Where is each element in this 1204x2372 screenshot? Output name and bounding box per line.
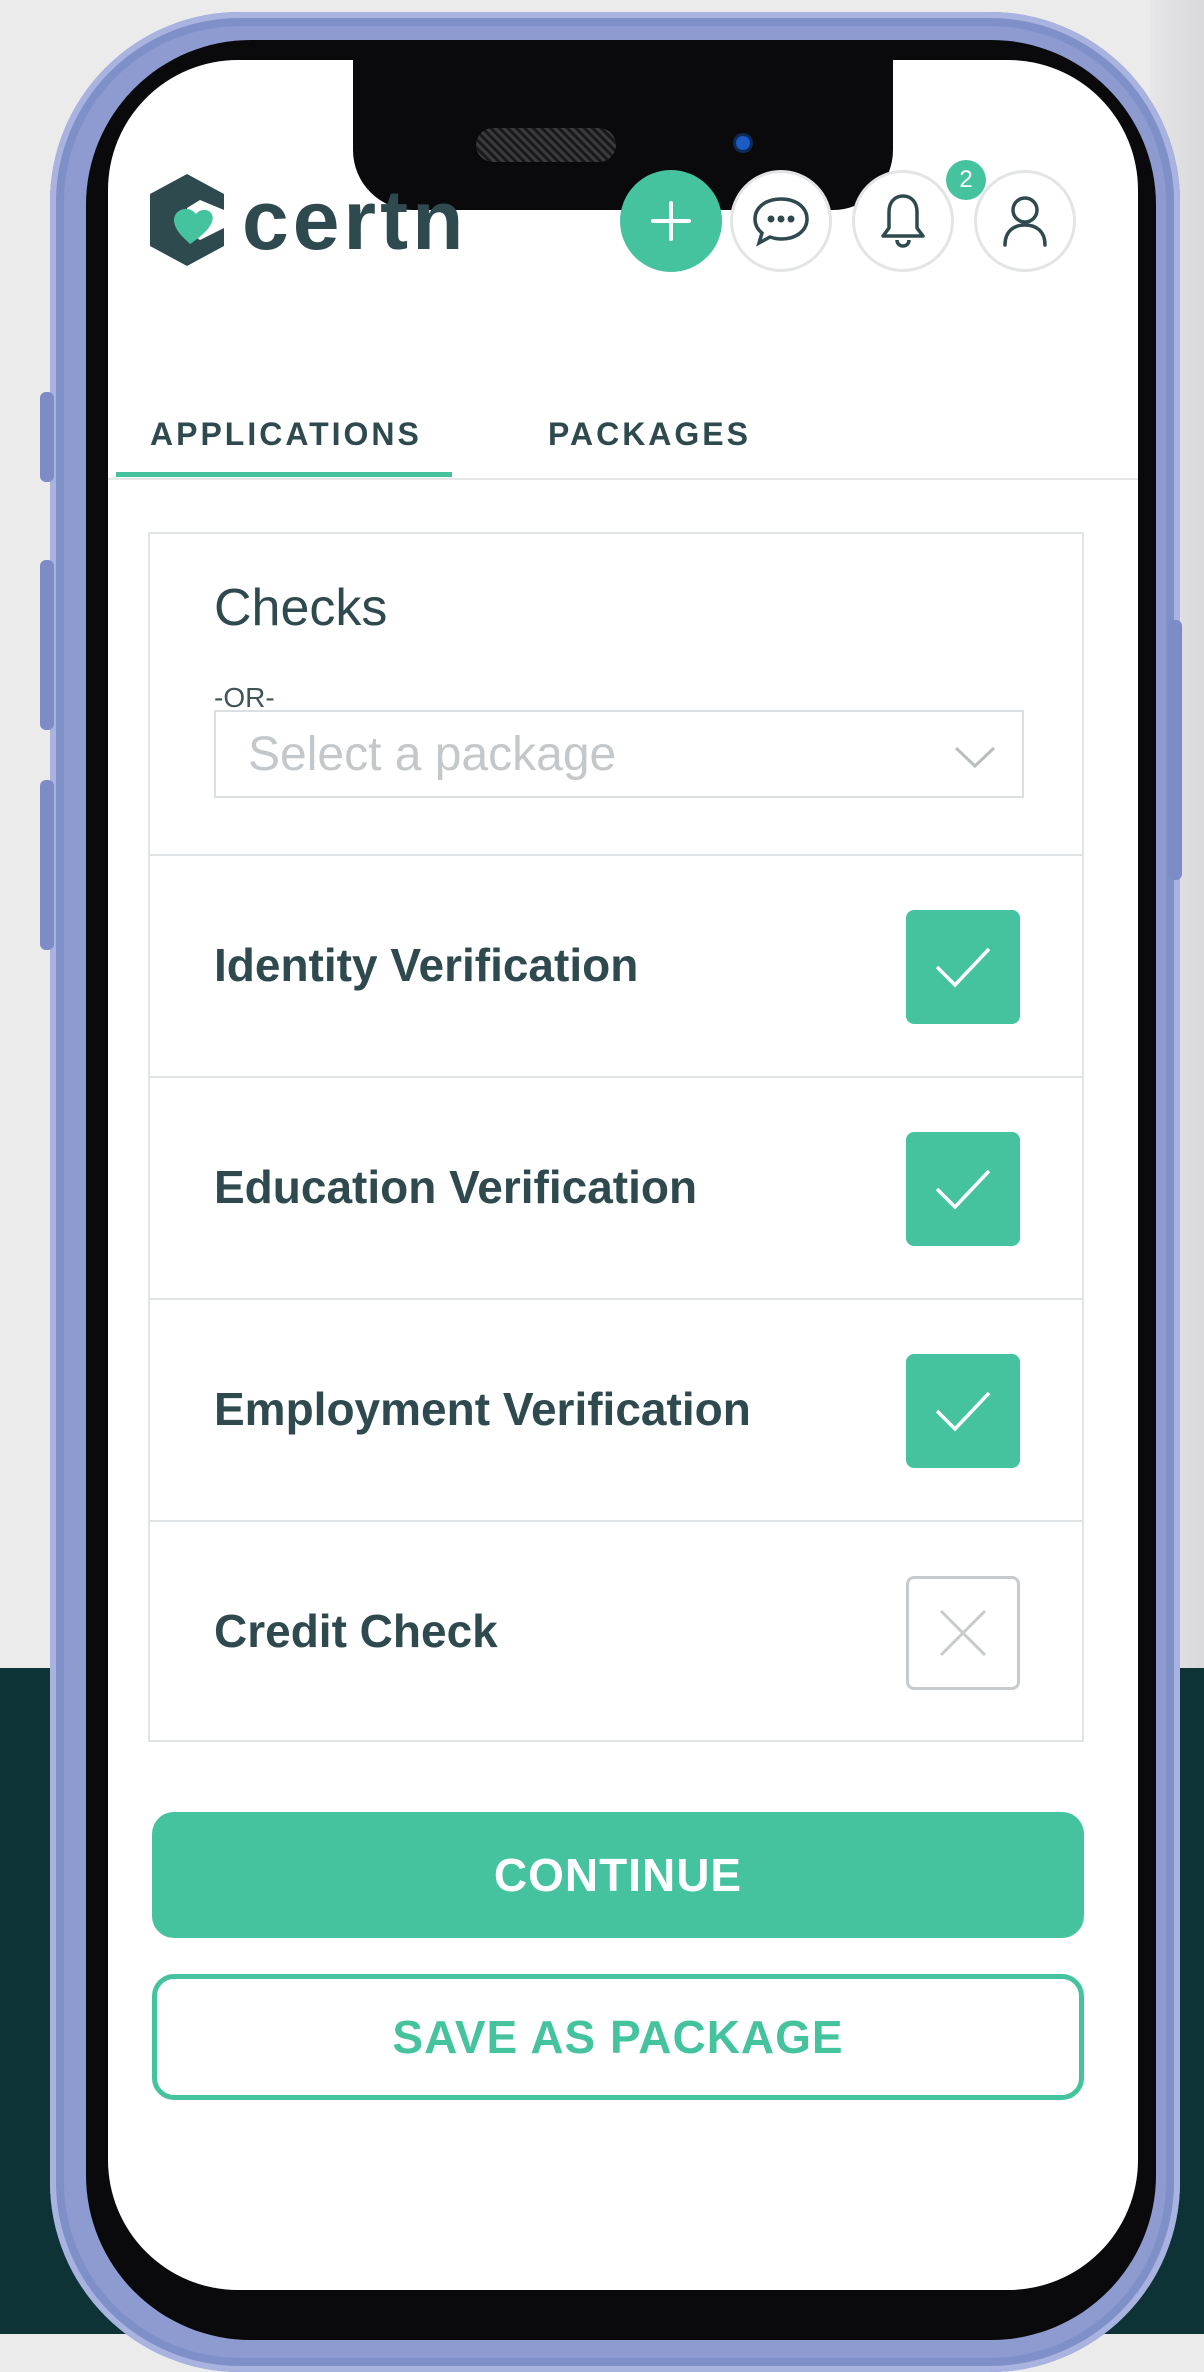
- check-row-education[interactable]: Education Verification: [150, 1078, 1082, 1300]
- check-label: Credit Check: [214, 1605, 498, 1657]
- checks-card: Checks -OR- Select a package Identity Ve…: [148, 532, 1084, 1742]
- phone-side-button: [1168, 620, 1182, 880]
- check-row-employment[interactable]: Employment Verification: [150, 1300, 1082, 1522]
- continue-button[interactable]: CONTINUE: [152, 1812, 1084, 1938]
- package-select[interactable]: Select a package: [214, 710, 1024, 798]
- tab-bar: APPLICATIONS PACKAGES: [108, 360, 1138, 480]
- tab-applications[interactable]: APPLICATIONS: [150, 416, 422, 453]
- checkmark-icon: [935, 1391, 991, 1432]
- certn-logo-mark-icon: [150, 174, 224, 266]
- checks-card-header: Checks -OR- Select a package: [150, 534, 1082, 856]
- employment-verification-checkbox[interactable]: [906, 1354, 1020, 1468]
- save-as-package-button[interactable]: SAVE AS PACKAGE: [152, 1974, 1084, 2100]
- messages-button[interactable]: [730, 170, 832, 272]
- chevron-down-icon: [954, 746, 996, 769]
- tab-packages[interactable]: PACKAGES: [548, 416, 751, 453]
- user-icon: [1003, 196, 1047, 247]
- phone-side-button: [40, 392, 54, 482]
- check-label: Education Verification: [214, 1161, 698, 1213]
- logo-text: certn: [242, 173, 468, 267]
- identity-verification-checkbox[interactable]: [906, 910, 1020, 1024]
- bell-icon: [881, 194, 925, 248]
- credit-check-checkbox[interactable]: [906, 1576, 1020, 1690]
- phone-screen: certn 2 APPLICATIONS PACKAGES Checks -OR…: [108, 60, 1138, 2290]
- education-verification-checkbox[interactable]: [906, 1132, 1020, 1246]
- package-select-placeholder: Select a package: [248, 727, 617, 781]
- speaker-grille: [476, 128, 616, 162]
- chat-icon: [753, 197, 809, 247]
- phone-side-button: [40, 560, 54, 730]
- checks-title: Checks: [214, 579, 388, 637]
- active-tab-indicator: [116, 472, 452, 477]
- certn-logo[interactable]: certn: [144, 170, 467, 270]
- camera-icon: [736, 136, 750, 150]
- phone-side-button: [40, 780, 54, 950]
- close-icon: [939, 1609, 987, 1657]
- check-row-credit[interactable]: Credit Check: [150, 1522, 1082, 1740]
- check-label: Identity Verification: [214, 939, 639, 991]
- check-row-identity[interactable]: Identity Verification: [150, 856, 1082, 1078]
- notifications-button[interactable]: [852, 170, 954, 272]
- profile-button[interactable]: [974, 170, 1076, 272]
- check-label: Employment Verification: [214, 1383, 751, 1435]
- checkmark-icon: [935, 947, 991, 988]
- notifications-count-badge: 2: [946, 160, 986, 200]
- checkmark-icon: [935, 1169, 991, 1210]
- plus-icon: [651, 201, 691, 241]
- add-button[interactable]: [620, 170, 722, 272]
